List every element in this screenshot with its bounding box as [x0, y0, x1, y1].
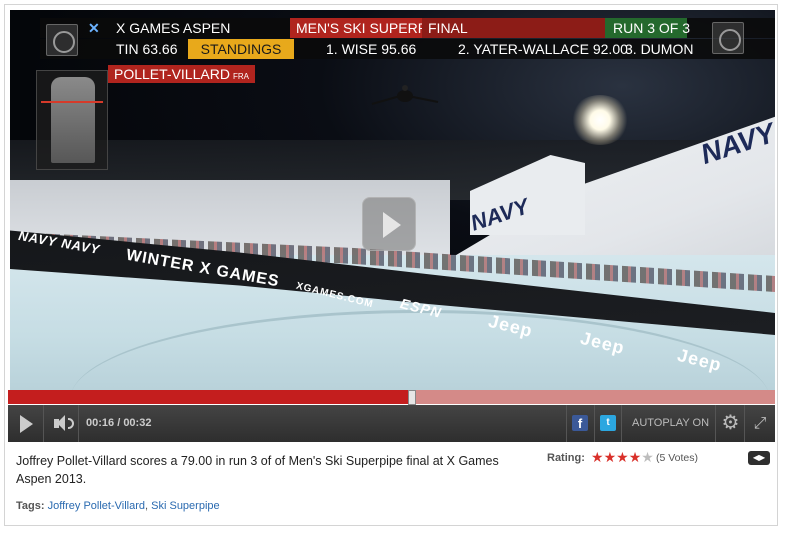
progress-bar[interactable]: [8, 390, 775, 405]
star-icon[interactable]: ★: [641, 449, 654, 465]
progress-fill: [8, 390, 413, 404]
globe-icon: [46, 24, 78, 56]
athlete-name: POLLET-VILLARD: [114, 66, 230, 82]
time-display: 00:16 / 00:32: [86, 417, 152, 429]
standing-entry: 3. DUMON: [625, 41, 694, 57]
x-games-logo-icon: ✕: [88, 20, 100, 36]
time-total: 00:32: [123, 417, 152, 429]
twitter-share-button[interactable]: t: [594, 405, 622, 442]
facebook-icon: f: [572, 415, 588, 431]
big-play-button[interactable]: [362, 197, 416, 251]
rating-stars[interactable]: ★★★★★: [591, 449, 654, 466]
progress-handle[interactable]: [408, 390, 417, 405]
star-icon[interactable]: ★: [591, 449, 604, 465]
athlete-country: FRA: [232, 72, 249, 81]
stadium-light: [570, 95, 630, 145]
athlete-photo-placeholder: [36, 70, 108, 170]
vote-count: (5 Votes): [656, 452, 699, 464]
standings-label: STANDINGS: [188, 39, 294, 59]
standing-entry: 1. WISE 95.66: [326, 41, 417, 57]
volume-button[interactable]: [45, 405, 79, 442]
settings-gear-icon[interactable]: ⚙: [717, 405, 745, 442]
round-name: FINAL: [422, 18, 612, 38]
twitter-icon: t: [600, 415, 616, 431]
time-current: 00:16: [86, 417, 115, 429]
expand-toggle-icon[interactable]: ◀▶: [748, 451, 770, 465]
facebook-share-button[interactable]: f: [566, 405, 592, 442]
previous-score: TIN 63.66: [116, 41, 178, 57]
athlete-name-tag: POLLET-VILLARD FRA: [108, 65, 255, 83]
event-name: X GAMES ASPEN: [116, 20, 231, 36]
control-bar: 00:16 / 00:32 f t AUTOPLAY ON ⚙ ⤢: [8, 405, 775, 442]
tag-link[interactable]: Ski Superpipe: [151, 500, 220, 512]
fullscreen-icon[interactable]: ⤢: [746, 405, 774, 442]
video-player[interactable]: NAVY NAVY NAVY NAVY WINTER X GAMES XGAME…: [10, 10, 775, 390]
tags-label: Tags:: [16, 500, 45, 512]
run-indicator: RUN 3 OF 3: [605, 18, 690, 38]
globe-icon: [712, 22, 744, 54]
scoreboard-overlay: ✕ X GAMES ASPEN MEN'S SKI SUPERPIPE FINA…: [40, 18, 775, 66]
standing-entry: 2. YATER-WALLACE 92.00: [458, 41, 628, 57]
speaker-icon: [68, 418, 74, 429]
star-icon[interactable]: ★: [604, 449, 617, 465]
skier-silhouette: [371, 85, 439, 105]
star-icon[interactable]: ★: [629, 449, 642, 465]
tag-link[interactable]: Joffrey Pollet-Villard: [48, 500, 145, 512]
star-icon[interactable]: ★: [616, 449, 629, 465]
athlete-silhouette-icon: [51, 77, 95, 163]
tags-row: Tags: Joffrey Pollet-Villard, Ski Superp…: [16, 500, 220, 512]
video-description: Joffrey Pollet-Villard scores a 79.00 in…: [16, 454, 499, 486]
play-button[interactable]: [8, 405, 44, 442]
rating-label: Rating:: [547, 452, 585, 464]
autoplay-toggle[interactable]: AUTOPLAY ON: [626, 405, 716, 442]
